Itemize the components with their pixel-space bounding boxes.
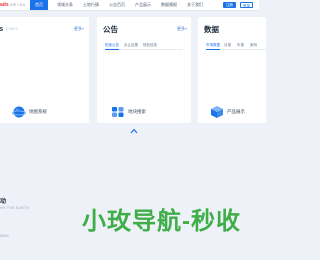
grid-icon bbox=[112, 107, 124, 117]
feature-label: 地块搜索 bbox=[128, 109, 146, 114]
card-map: s ENES 更多» 地图系统 bbox=[0, 17, 89, 123]
tab-cases[interactable]: 案例 bbox=[250, 41, 257, 49]
nav-item-land-market[interactable]: 土地行情 bbox=[80, 0, 102, 10]
nav-item-home[interactable]: 首页 bbox=[30, 0, 48, 10]
tab-market-data[interactable]: 市场数据 bbox=[206, 41, 220, 50]
card-tabs: 拍卖公告 出让结果 规划信息 bbox=[105, 41, 183, 50]
site-logo[interactable]: ads bbox=[0, 2, 9, 8]
nav-item-headlines[interactable]: 领域头条 bbox=[54, 0, 76, 10]
nav-item-products[interactable]: 产品展示 bbox=[132, 0, 154, 10]
nav-item-data[interactable]: 数据情报 bbox=[158, 0, 180, 10]
more-link[interactable]: 更多» bbox=[74, 26, 84, 32]
watermark-text: 小玫导航-秒收 bbox=[82, 208, 241, 235]
register-button[interactable]: 注册 bbox=[223, 2, 236, 8]
login-button[interactable]: 登录 bbox=[240, 2, 253, 8]
feature-products[interactable]: 产品展示 bbox=[210, 105, 260, 119]
card-tabs: 市场数据 月报 年报 案例 bbox=[206, 41, 266, 50]
tab-planning-info[interactable]: 规划信息 bbox=[143, 41, 157, 49]
tab-monthly[interactable]: 月报 bbox=[224, 41, 231, 49]
card-title: s bbox=[0, 24, 4, 33]
card-title: 公告 bbox=[103, 25, 118, 34]
more-link[interactable]: 更多» bbox=[177, 26, 187, 32]
feature-label: 产品展示 bbox=[227, 109, 245, 114]
site-logo-subtitle: WE LEA bbox=[10, 2, 26, 7]
section-subtitle-en: HH THE EARTH bbox=[0, 206, 30, 210]
card-title: 数据 bbox=[204, 25, 219, 34]
nav-item-announcements[interactable]: 公告百页 bbox=[106, 0, 128, 10]
tab-yearly[interactable]: 年报 bbox=[237, 41, 244, 49]
feature-parcel-search[interactable]: 地块搜索 bbox=[111, 105, 171, 119]
chevron-up-icon[interactable] bbox=[130, 128, 138, 134]
section-caption: RING bbox=[0, 234, 9, 238]
cube-icon bbox=[211, 106, 223, 118]
tab-auction-notice[interactable]: 拍卖公告 bbox=[105, 41, 119, 50]
top-navigation: ads WE LEA 首页 领域头条 土地行情 公告百页 产品展示 数据情报 关… bbox=[0, 0, 259, 11]
card-announcements: 公告 更多» 拍卖公告 出让结果 规划信息 地块搜索 bbox=[97, 17, 191, 123]
globe-icon bbox=[12, 106, 26, 118]
tab-transfer-result[interactable]: 出让结果 bbox=[124, 41, 138, 49]
feature-map-system[interactable]: 地图系统 bbox=[12, 105, 72, 119]
feature-label: 地图系统 bbox=[29, 109, 47, 114]
section-title: 动 bbox=[0, 199, 7, 205]
card-subtitle-en: ENES bbox=[6, 26, 19, 31]
card-data: 数据 市场数据 月报 年报 案例 产品展示 bbox=[198, 17, 266, 123]
nav-item-about[interactable]: 关于我们 bbox=[184, 0, 206, 10]
